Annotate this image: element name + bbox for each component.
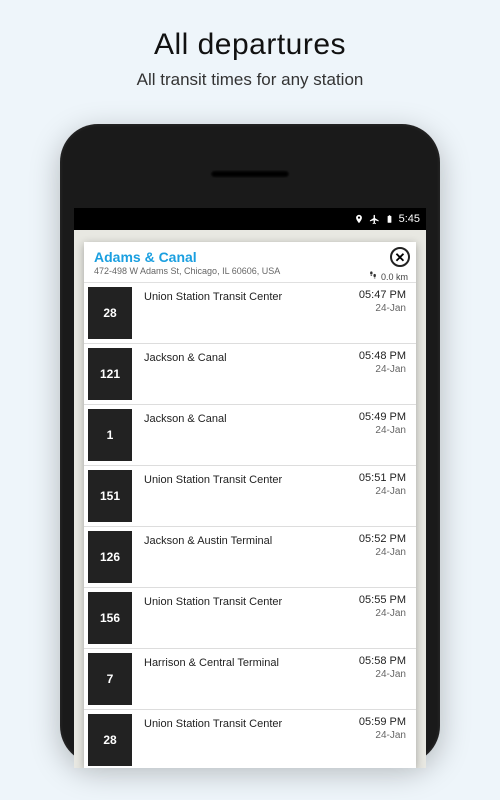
route-badge: 151 — [88, 470, 132, 522]
departure-row[interactable]: 28 Union Station Transit Center 05:59 PM… — [84, 710, 416, 768]
status-bar: 5:45 — [74, 208, 426, 230]
close-button[interactable]: ✕ — [390, 247, 410, 267]
departure-date: 24-Jan — [359, 364, 406, 375]
departures-panel: Adams & Canal 472-498 W Adams St, Chicag… — [84, 242, 416, 768]
time-column: 05:49 PM 24-Jan — [359, 405, 416, 465]
departure-time: 05:48 PM — [359, 350, 406, 362]
time-column: 05:47 PM 24-Jan — [359, 283, 416, 343]
distance-indicator: 0.0 km — [368, 270, 408, 284]
departure-date: 24-Jan — [359, 547, 406, 558]
phone-screen: 5:45 Adams & Canal 472-498 W Adams St, C… — [74, 208, 426, 768]
battery-icon — [385, 213, 394, 225]
time-column: 05:59 PM 24-Jan — [359, 710, 416, 768]
location-icon — [354, 214, 364, 224]
time-column: 05:51 PM 24-Jan — [359, 466, 416, 526]
departure-row[interactable]: 28 Union Station Transit Center 05:47 PM… — [84, 283, 416, 344]
station-name: Adams & Canal — [94, 249, 406, 265]
time-column: 05:48 PM 24-Jan — [359, 344, 416, 404]
departure-row[interactable]: 126 Jackson & Austin Terminal 05:52 PM 2… — [84, 527, 416, 588]
destination-label: Union Station Transit Center — [132, 710, 359, 768]
route-badge: 156 — [88, 592, 132, 644]
route-badge: 28 — [88, 714, 132, 766]
departure-date: 24-Jan — [359, 425, 406, 436]
departures-list[interactable]: 28 Union Station Transit Center 05:47 PM… — [84, 283, 416, 768]
distance-value: 0.0 km — [381, 272, 408, 282]
departure-date: 24-Jan — [359, 608, 406, 619]
destination-label: Jackson & Canal — [132, 405, 359, 465]
panel-header: Adams & Canal 472-498 W Adams St, Chicag… — [84, 242, 416, 283]
destination-label: Union Station Transit Center — [132, 466, 359, 526]
departure-row[interactable]: 121 Jackson & Canal 05:48 PM 24-Jan — [84, 344, 416, 405]
departure-date: 24-Jan — [359, 303, 406, 314]
destination-label: Union Station Transit Center — [132, 588, 359, 648]
station-address: 472-498 W Adams St, Chicago, IL 60606, U… — [94, 266, 406, 276]
destination-label: Union Station Transit Center — [132, 283, 359, 343]
departure-date: 24-Jan — [359, 730, 406, 741]
departure-time: 05:52 PM — [359, 533, 406, 545]
departure-time: 05:55 PM — [359, 594, 406, 606]
phone-speaker — [210, 170, 290, 178]
airplane-icon — [369, 214, 380, 225]
status-time: 5:45 — [399, 213, 420, 225]
close-icon: ✕ — [395, 251, 406, 264]
promo-header: All departures All transit times for any… — [0, 0, 500, 106]
departure-date: 24-Jan — [359, 486, 406, 497]
destination-label: Harrison & Central Terminal — [132, 649, 359, 709]
departure-time: 05:49 PM — [359, 411, 406, 423]
phone-frame: 5:45 Adams & Canal 472-498 W Adams St, C… — [60, 124, 440, 764]
promo-title: All departures — [20, 28, 480, 62]
departure-row[interactable]: 151 Union Station Transit Center 05:51 P… — [84, 466, 416, 527]
departure-time: 05:59 PM — [359, 716, 406, 728]
destination-label: Jackson & Austin Terminal — [132, 527, 359, 587]
time-column: 05:52 PM 24-Jan — [359, 527, 416, 587]
departure-row[interactable]: 1 Jackson & Canal 05:49 PM 24-Jan — [84, 405, 416, 466]
departure-time: 05:51 PM — [359, 472, 406, 484]
route-badge: 28 — [88, 287, 132, 339]
departure-date: 24-Jan — [359, 669, 406, 680]
departure-row[interactable]: 7 Harrison & Central Terminal 05:58 PM 2… — [84, 649, 416, 710]
promo-subtitle: All transit times for any station — [20, 70, 480, 90]
departure-time: 05:58 PM — [359, 655, 406, 667]
footprints-icon — [368, 270, 378, 284]
route-badge: 7 — [88, 653, 132, 705]
route-badge: 126 — [88, 531, 132, 583]
destination-label: Jackson & Canal — [132, 344, 359, 404]
departure-time: 05:47 PM — [359, 289, 406, 301]
route-badge: 121 — [88, 348, 132, 400]
time-column: 05:55 PM 24-Jan — [359, 588, 416, 648]
departure-row[interactable]: 156 Union Station Transit Center 05:55 P… — [84, 588, 416, 649]
time-column: 05:58 PM 24-Jan — [359, 649, 416, 709]
route-badge: 1 — [88, 409, 132, 461]
